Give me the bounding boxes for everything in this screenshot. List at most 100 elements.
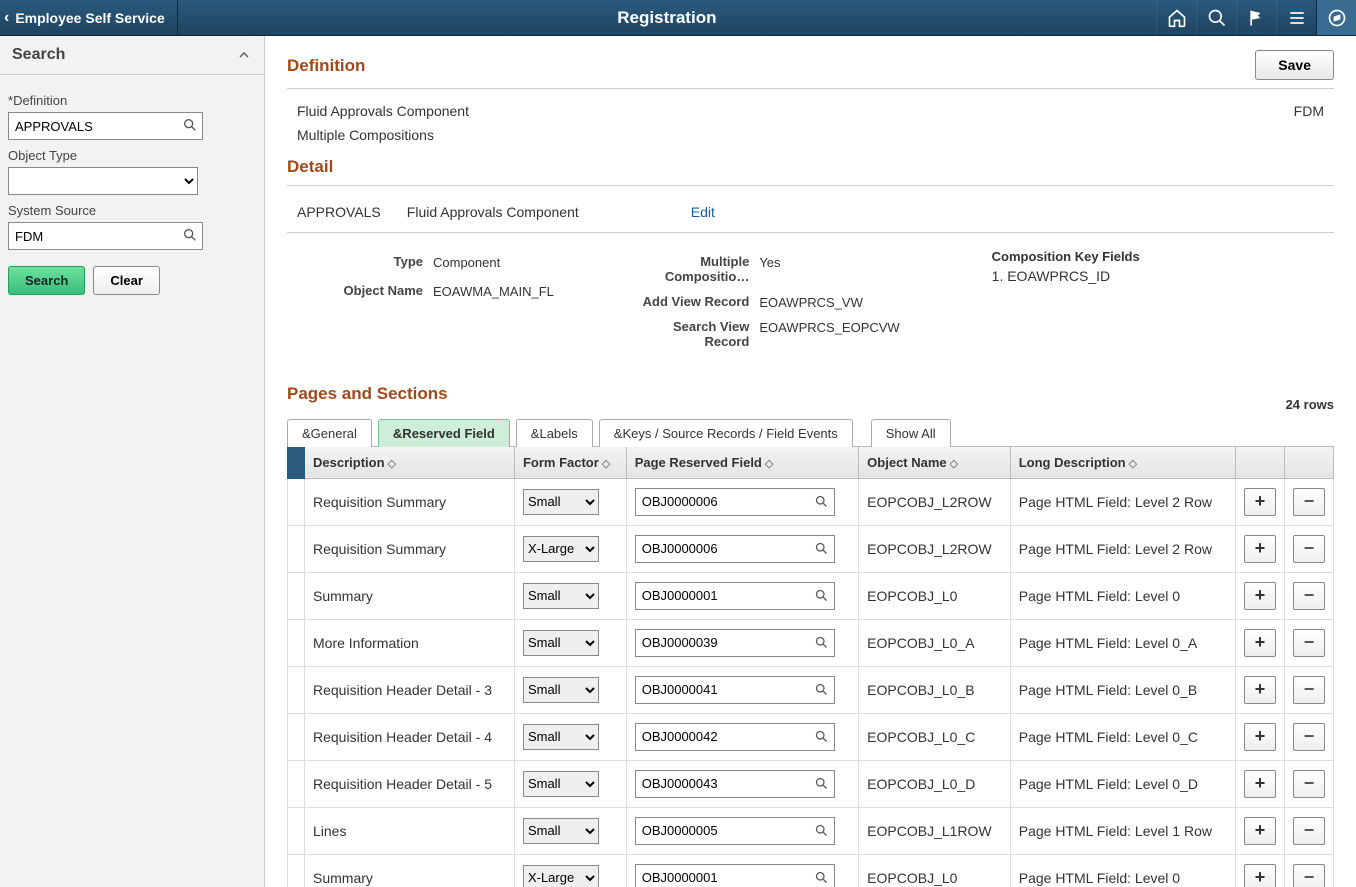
remove-row-button[interactable]: − <box>1293 864 1325 887</box>
chevron-up-icon <box>236 47 252 63</box>
reserved-field-input[interactable] <box>635 535 835 563</box>
grid-handle-header <box>288 446 305 478</box>
lookup-icon[interactable] <box>814 729 829 744</box>
lookup-icon[interactable] <box>814 823 829 838</box>
reserved-field-input[interactable] <box>635 629 835 657</box>
cell-reserved-field <box>626 854 858 887</box>
remove-row-button[interactable]: − <box>1293 817 1325 845</box>
compass-icon[interactable] <box>1316 0 1356 35</box>
add-row-button[interactable]: + <box>1244 864 1276 887</box>
add-row-button[interactable]: + <box>1244 488 1276 516</box>
lookup-icon[interactable] <box>814 635 829 650</box>
reserved-field-input[interactable] <box>635 582 835 610</box>
lookup-icon[interactable] <box>182 117 198 133</box>
row-handle[interactable] <box>288 619 305 666</box>
form-factor-select[interactable]: Small <box>523 583 599 609</box>
lookup-icon[interactable] <box>182 227 198 243</box>
row-handle[interactable] <box>288 713 305 760</box>
search-title: Search <box>12 46 65 64</box>
cell-form-factor: Small <box>514 713 626 760</box>
col-long-description[interactable]: Long Description◇ <box>1010 446 1235 478</box>
row-handle[interactable] <box>288 478 305 525</box>
form-factor-select[interactable]: X-Large <box>523 536 599 562</box>
add-row-button[interactable]: + <box>1244 770 1276 798</box>
cell-reserved-field <box>626 666 858 713</box>
tab-labels[interactable]: &Labels <box>516 419 593 447</box>
search-button[interactable]: Search <box>8 266 85 295</box>
row-handle[interactable] <box>288 807 305 854</box>
row-handle[interactable] <box>288 666 305 713</box>
remove-row-button[interactable]: − <box>1293 676 1325 704</box>
cell-object-name: EOPCOBJ_L2ROW <box>859 478 1011 525</box>
lookup-icon[interactable] <box>814 776 829 791</box>
cell-description: Summary <box>305 854 515 887</box>
cell-add: + <box>1236 572 1285 619</box>
form-factor-select[interactable]: Small <box>523 677 599 703</box>
menu-icon[interactable] <box>1276 0 1316 35</box>
col-reserved-field[interactable]: Page Reserved Field◇ <box>626 446 858 478</box>
reserved-field-input[interactable] <box>635 770 835 798</box>
col-description[interactable]: Description◇ <box>305 446 515 478</box>
cell-reserved-field <box>626 525 858 572</box>
remove-row-button[interactable]: − <box>1293 535 1325 563</box>
clear-button[interactable]: Clear <box>93 266 160 295</box>
remove-row-button[interactable]: − <box>1293 629 1325 657</box>
back-button[interactable]: ‹ Employee Self Service <box>0 0 178 35</box>
lookup-icon[interactable] <box>814 541 829 556</box>
form-factor-select[interactable]: Small <box>523 818 599 844</box>
cell-object-name: EOPCOBJ_L2ROW <box>859 525 1011 572</box>
cell-reserved-field <box>626 619 858 666</box>
cell-long-description: Page HTML Field: Level 1 Row <box>1010 807 1235 854</box>
remove-row-button[interactable]: − <box>1293 488 1325 516</box>
row-handle[interactable] <box>288 854 305 887</box>
object-type-select[interactable] <box>8 167 198 195</box>
add-row-button[interactable]: + <box>1244 535 1276 563</box>
remove-row-button[interactable]: − <box>1293 582 1325 610</box>
flag-icon[interactable] <box>1236 0 1276 35</box>
form-factor-select[interactable]: Small <box>523 771 599 797</box>
cell-remove: − <box>1285 619 1334 666</box>
search-icon[interactable] <box>1196 0 1236 35</box>
multcomp-label: Multiple Compositio… <box>639 255 759 285</box>
reserved-field-input[interactable] <box>635 488 835 516</box>
type-label: Type <box>297 255 433 270</box>
form-factor-select[interactable]: Small <box>523 489 599 515</box>
add-row-button[interactable]: + <box>1244 723 1276 751</box>
tab-keys[interactable]: &Keys / Source Records / Field Events <box>599 419 853 447</box>
system-source-input[interactable] <box>8 222 203 250</box>
save-button[interactable]: Save <box>1255 50 1334 80</box>
home-icon[interactable] <box>1156 0 1196 35</box>
form-factor-select[interactable]: X-Large <box>523 865 599 887</box>
add-row-button[interactable]: + <box>1244 817 1276 845</box>
lookup-icon[interactable] <box>814 494 829 509</box>
add-row-button[interactable]: + <box>1244 629 1276 657</box>
lookup-icon[interactable] <box>814 870 829 885</box>
remove-row-button[interactable]: − <box>1293 770 1325 798</box>
reserved-field-input[interactable] <box>635 723 835 751</box>
search-header[interactable]: Search <box>0 36 264 75</box>
tab-reserved-field[interactable]: &Reserved Field <box>378 419 510 447</box>
row-handle[interactable] <box>288 572 305 619</box>
reserved-field-input[interactable] <box>635 676 835 704</box>
topbar: ‹ Employee Self Service Registration <box>0 0 1356 36</box>
row-handle[interactable] <box>288 760 305 807</box>
edit-link[interactable]: Edit <box>691 204 715 220</box>
definition-input[interactable] <box>8 112 203 140</box>
addview-label: Add View Record <box>639 295 759 310</box>
form-factor-select[interactable]: Small <box>523 630 599 656</box>
cell-remove: − <box>1285 854 1334 887</box>
tab-show-all[interactable]: Show All <box>871 419 951 447</box>
lookup-icon[interactable] <box>814 682 829 697</box>
remove-row-button[interactable]: − <box>1293 723 1325 751</box>
reserved-field-input[interactable] <box>635 864 835 887</box>
add-row-button[interactable]: + <box>1244 582 1276 610</box>
row-handle[interactable] <box>288 525 305 572</box>
form-factor-select[interactable]: Small <box>523 724 599 750</box>
add-row-button[interactable]: + <box>1244 676 1276 704</box>
col-object-name[interactable]: Object Name◇ <box>859 446 1011 478</box>
definition-section-title: Definition <box>287 56 365 76</box>
lookup-icon[interactable] <box>814 588 829 603</box>
col-form-factor[interactable]: Form Factor◇ <box>514 446 626 478</box>
tab-general[interactable]: &General <box>287 419 372 447</box>
reserved-field-input[interactable] <box>635 817 835 845</box>
